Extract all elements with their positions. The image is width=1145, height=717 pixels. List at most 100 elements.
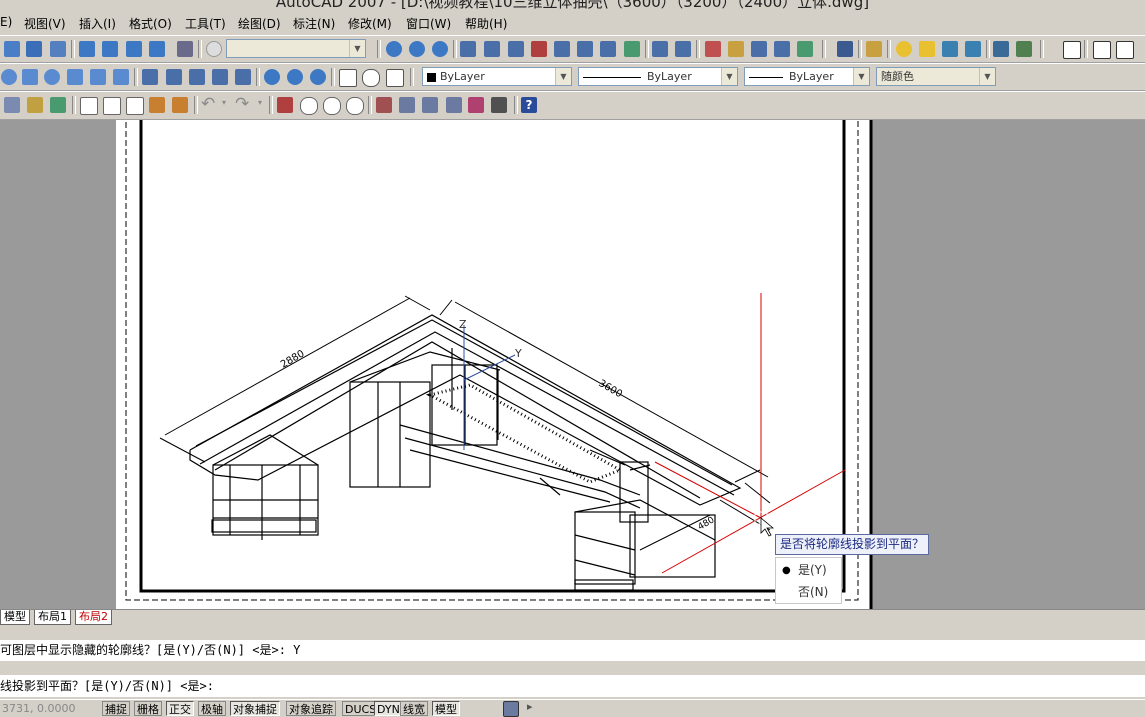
menu-help[interactable]: 帮助(H): [465, 15, 507, 32]
cone-icon[interactable]: [67, 69, 83, 85]
zoom-realtime-icon[interactable]: [300, 97, 318, 115]
taper-face-icon[interactable]: [577, 41, 593, 57]
menu-window[interactable]: 窗口(W): [406, 15, 451, 32]
light-icon[interactable]: [896, 41, 912, 57]
menu-insert[interactable]: 插入(I): [79, 15, 116, 32]
view-icon[interactable]: [102, 41, 118, 57]
visual-style-icon[interactable]: [1016, 41, 1032, 57]
rotate-face-icon[interactable]: [554, 41, 570, 57]
menu-draw[interactable]: 绘图(D): [238, 15, 281, 32]
menu-dimension[interactable]: 标注(N): [293, 15, 335, 32]
match-properties-icon[interactable]: [149, 97, 165, 113]
snap-toggle[interactable]: 捕捉: [102, 701, 130, 716]
copy-icon[interactable]: [103, 97, 121, 115]
extrude-face-icon[interactable]: [460, 41, 476, 57]
zoom-previous-icon[interactable]: [346, 97, 364, 115]
option-yes[interactable]: 是(Y): [798, 561, 827, 578]
view-icon[interactable]: [149, 41, 165, 57]
grid-toggle[interactable]: 栅格: [134, 701, 162, 716]
sun-icon[interactable]: [942, 41, 958, 57]
tab-layout2[interactable]: 布局2: [75, 610, 112, 625]
otrack-toggle[interactable]: 对象追踪: [286, 701, 336, 716]
subtract-icon[interactable]: [409, 41, 425, 57]
delete-face-icon[interactable]: [531, 41, 547, 57]
box-icon[interactable]: [4, 41, 20, 57]
loft-icon[interactable]: [235, 69, 251, 85]
3d-align-icon[interactable]: [386, 69, 404, 87]
linetype-combo[interactable]: ByLayer ▼: [578, 67, 738, 86]
view-icon[interactable]: [126, 41, 142, 57]
paste-icon[interactable]: [126, 97, 144, 115]
sweep-icon[interactable]: [189, 69, 205, 85]
tool-palette-icon[interactable]: [50, 97, 66, 113]
command-input-line[interactable]: 线投影到平面？[是(Y)/否(N)] <是>:: [0, 675, 1145, 697]
help-icon[interactable]: ?: [521, 97, 537, 113]
check-icon[interactable]: [751, 41, 767, 57]
torus-icon[interactable]: [44, 69, 60, 85]
extrude-icon[interactable]: [142, 69, 158, 85]
separate-icon[interactable]: [705, 41, 721, 57]
intersect-icon[interactable]: [432, 41, 448, 57]
3d-rotate-icon[interactable]: [362, 69, 380, 87]
pan-icon[interactable]: [277, 97, 293, 113]
helix-icon[interactable]: [90, 69, 106, 85]
drawing-area[interactable]: 2880 3600 480 Z Y: [0, 120, 1145, 610]
camera-icon[interactable]: [177, 41, 193, 57]
design-center-icon[interactable]: [27, 97, 43, 113]
presspull-icon[interactable]: [166, 69, 182, 85]
color-combo[interactable]: ByLayer ▼: [422, 67, 572, 86]
shell-icon[interactable]: [728, 41, 744, 57]
dbconnect-icon[interactable]: [468, 97, 484, 113]
sheet-set-icon[interactable]: [376, 97, 392, 113]
3d-move-icon[interactable]: [339, 69, 357, 87]
move-face-icon[interactable]: [484, 41, 500, 57]
sphere-icon[interactable]: [1, 69, 17, 85]
text-icon[interactable]: [1063, 41, 1081, 59]
drawing-canvas[interactable]: 2880 3600 480 Z Y: [0, 120, 1145, 610]
zoom-window-icon[interactable]: [323, 97, 341, 115]
osnap-toggle[interactable]: 对象捕捉: [230, 701, 280, 716]
planar-surface-icon[interactable]: [113, 69, 129, 85]
solid-edit-icon[interactable]: [774, 41, 790, 57]
tab-model[interactable]: 模型: [0, 610, 30, 625]
block-editor-icon[interactable]: [172, 97, 188, 113]
material-icon[interactable]: [866, 41, 882, 57]
union-icon[interactable]: [386, 41, 402, 57]
clean-icon[interactable]: [675, 41, 691, 57]
offset-face-icon[interactable]: [508, 41, 524, 57]
coordinate-display[interactable]: 3731, 0.0000: [2, 702, 98, 715]
view-icon[interactable]: [79, 41, 95, 57]
tray-chevron-icon[interactable]: ▸: [527, 700, 533, 713]
properties-icon[interactable]: [4, 97, 20, 113]
markup-icon[interactable]: [399, 97, 415, 113]
cube-icon[interactable]: [50, 41, 66, 57]
copy-face-icon[interactable]: [600, 41, 616, 57]
shadow-icon[interactable]: [965, 41, 981, 57]
menu-tools[interactable]: 工具(T): [185, 15, 226, 32]
quickcalc-icon[interactable]: [422, 97, 438, 113]
ucs-icon[interactable]: [206, 41, 222, 57]
cube-icon[interactable]: [26, 41, 42, 57]
menu-view[interactable]: 视图(V): [24, 15, 66, 32]
ortho-toggle[interactable]: 正交: [166, 701, 194, 716]
chevron-down-icon[interactable]: ▾: [222, 98, 226, 107]
model-toggle[interactable]: 模型: [432, 701, 460, 716]
lineweight-combo[interactable]: ByLayer ▼: [744, 67, 870, 86]
calculator-icon[interactable]: [491, 97, 507, 113]
chevron-down-icon[interactable]: ▾: [258, 98, 262, 107]
menu-format[interactable]: 格式(O): [129, 15, 172, 32]
imprint-icon[interactable]: [652, 41, 668, 57]
cylinder-icon[interactable]: [22, 69, 38, 85]
render-icon[interactable]: [837, 41, 853, 57]
view-combo[interactable]: ▼: [226, 39, 366, 58]
menu-edit[interactable]: E): [0, 15, 12, 29]
calculator-icon[interactable]: [446, 97, 462, 113]
dyn-toggle[interactable]: DYN: [374, 701, 403, 716]
menu-modify[interactable]: 修改(M): [348, 15, 392, 32]
lineweight-toggle[interactable]: 线宽: [400, 701, 428, 716]
revolve-icon[interactable]: [212, 69, 228, 85]
subtract-icon[interactable]: [287, 69, 303, 85]
option-no[interactable]: 否(N): [798, 583, 828, 600]
union-icon[interactable]: [264, 69, 280, 85]
solid-icon[interactable]: [797, 41, 813, 57]
